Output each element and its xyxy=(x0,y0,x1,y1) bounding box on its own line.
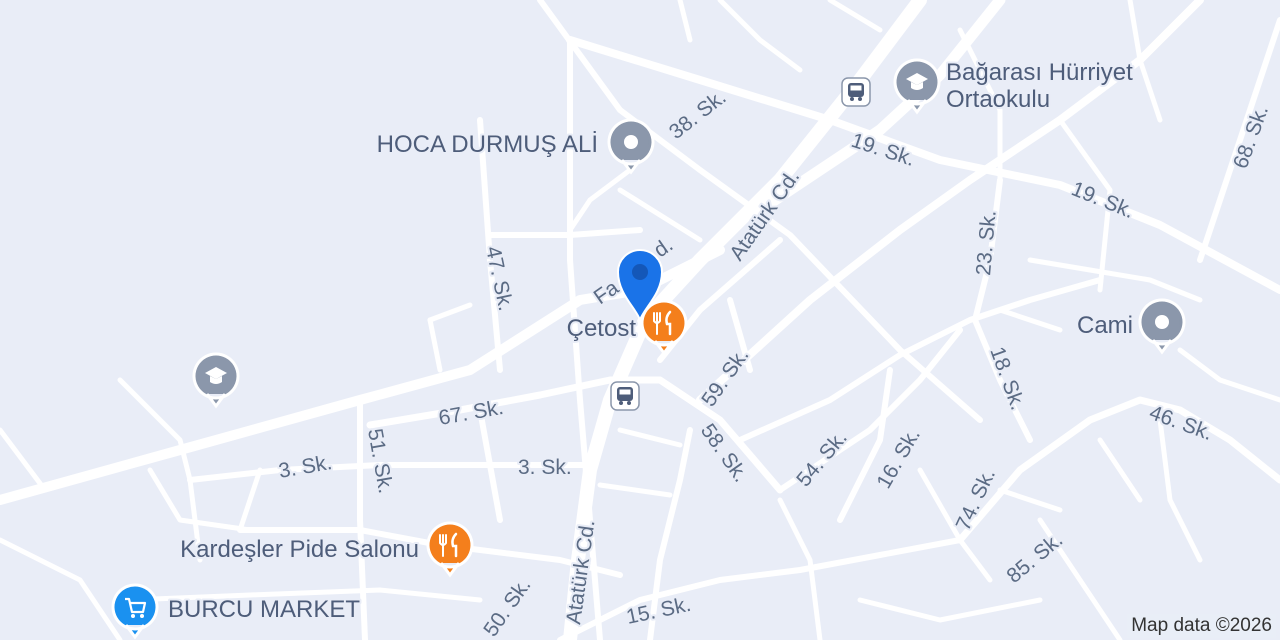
poi-label-cetost: Çetost xyxy=(567,315,637,342)
map-layer[interactable]: 38. Sk. 19. Sk. 19. Sk. 68. Sk. Atatürk … xyxy=(0,0,1280,640)
poi-label-burcu-market: BURCU MARKET xyxy=(168,596,360,623)
poi-label-hoca-durmus-ali: HOCA DURMUŞ ALİ xyxy=(377,131,598,158)
bus-stop-icon[interactable] xyxy=(841,77,871,107)
poi-label-cami: Cami xyxy=(1077,312,1133,339)
map-canvas[interactable]: 38. Sk. 19. Sk. 19. Sk. 68. Sk. Atatürk … xyxy=(0,0,1280,640)
bus-stop-icon[interactable] xyxy=(610,381,640,411)
map-attribution[interactable]: Map data ©2026 xyxy=(1127,614,1276,638)
street-label-3sk-b: 3. Sk. xyxy=(518,456,572,479)
poi-label-bagarasi-line2: Ortaokulu xyxy=(946,86,1050,113)
poi-label-bagarasi-line1: Bağarası Hürriyet xyxy=(946,59,1133,86)
poi-label-kardesler: Kardeşler Pide Salonu xyxy=(180,536,419,563)
